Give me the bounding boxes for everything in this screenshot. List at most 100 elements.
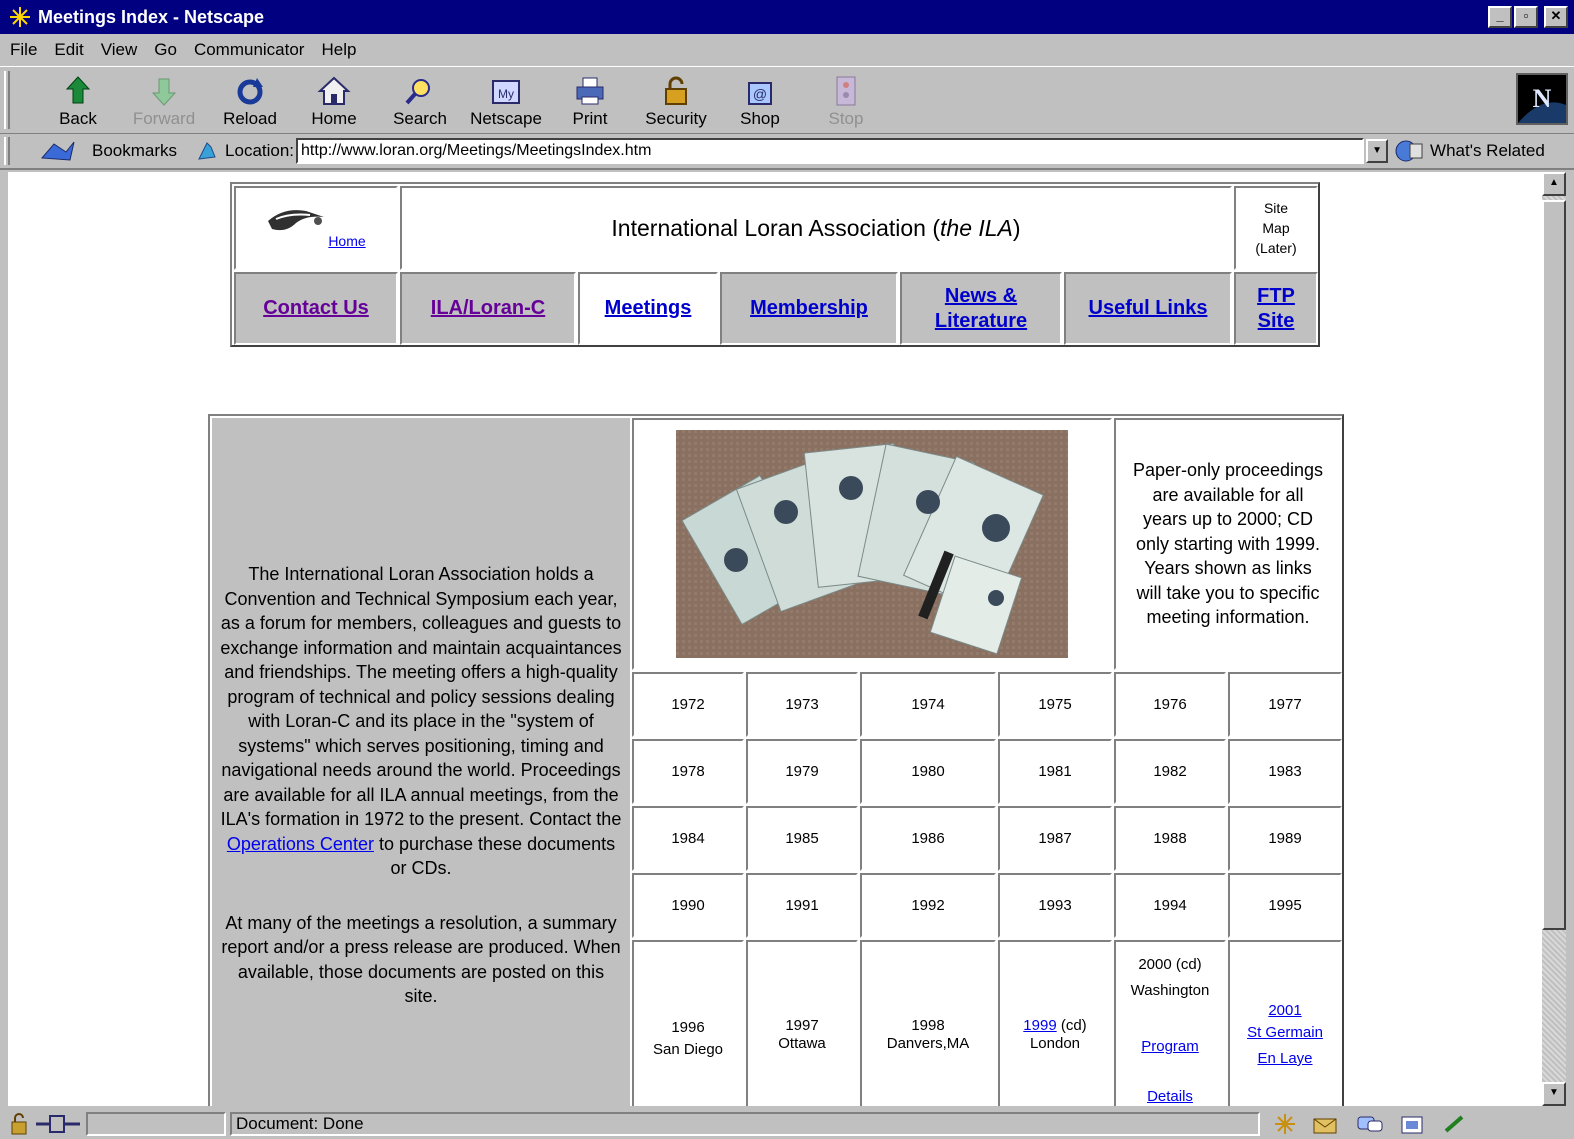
year-1976: 1976 [1114,672,1226,737]
year-1999-link[interactable]: 1999 [1023,1017,1056,1034]
toolbar-grip[interactable] [4,71,10,129]
menu-file[interactable]: File [10,40,37,60]
nav-contact-us-cell: Contact Us [234,272,398,345]
year-1989: 1989 [1228,806,1342,871]
svg-text:N: N [1533,84,1552,113]
nav-membership[interactable]: Membership [750,297,868,320]
nav-contact-us[interactable]: Contact Us [263,297,369,320]
nav-membership-cell: Membership [720,272,898,345]
description-paragraph-1: The International Loran Association hold… [220,564,622,878]
reload-button[interactable]: Reload [210,75,290,129]
reload-icon [237,78,263,105]
close-button[interactable]: ✕ [1544,6,1568,28]
home-link[interactable]: Home [328,233,365,249]
security-button[interactable]: Security [636,75,716,129]
shop-button[interactable]: @ Shop [720,75,800,129]
print-button[interactable]: Print [550,75,630,129]
nav-useful-links[interactable]: Useful Links [1089,297,1208,320]
year-1987: 1987 [998,806,1112,871]
location-grip[interactable] [4,137,10,165]
location-toolbar: Bookmarks Location: http://www.loran.org… [0,134,1574,170]
stop-button[interactable]: Stop [806,75,886,129]
nav-useful-links-cell: Useful Links [1064,272,1232,345]
year-1973: 1973 [746,672,858,737]
menu-edit[interactable]: Edit [54,40,83,60]
year-1983: 1983 [1228,739,1342,804]
site-map-cell: Site Map (Later) [1234,186,1318,270]
en-laye-link[interactable]: En Laye [1257,1048,1312,1070]
menu-bar: File Edit View Go Communicator Help [0,36,1574,64]
year-1986: 1986 [860,806,996,871]
nav-ila-loran-c[interactable]: ILA/Loran-C [431,297,545,320]
edit-pen-icon[interactable] [1442,1113,1468,1135]
st-germain-link[interactable]: St Germain [1247,1022,1323,1044]
menu-help[interactable]: Help [321,40,356,60]
back-button[interactable]: Back [38,75,118,129]
url-dropdown-button[interactable]: ▼ [1366,139,1389,163]
navigator-icon[interactable] [1274,1113,1296,1135]
nav-meetings[interactable]: Meetings [605,297,692,320]
year-1985: 1985 [746,806,858,871]
year-1975: 1975 [998,672,1112,737]
nav-news-literature[interactable]: News & Literature [935,284,1027,334]
scroll-down-button[interactable]: ▼ [1542,1082,1566,1106]
location-label: Location: [225,141,295,160]
bookmarks-button[interactable]: Bookmarks [92,141,177,161]
year-1990: 1990 [632,873,744,938]
svg-text:My: My [498,87,514,101]
title-bar: Meetings Index - Netscape _ ▫ ✕ [0,0,1574,36]
url-input[interactable]: http://www.loran.org/Meetings/MeetingsIn… [296,138,1365,164]
minimize-button[interactable]: _ [1488,6,1512,28]
shop-bag-icon: @ [748,82,772,105]
photo-cell [632,418,1112,670]
home-button[interactable]: Home [294,75,374,129]
site-navigation-table: Home International Loran Association (th… [230,182,1320,347]
security-lock-icon [11,1112,27,1134]
netscape-button[interactable]: My Netscape [466,75,546,129]
year-1974: 1974 [860,672,996,737]
year-1984: 1984 [632,806,744,871]
proceedings-photo [676,430,1068,658]
discussion-icon[interactable] [1356,1113,1384,1135]
navigation-toolbar: Back Forward Reload Home Search My Netsc… [0,66,1574,134]
year-2001-link[interactable]: 2001 [1268,1000,1301,1022]
year-1992: 1992 [860,873,996,938]
my-netscape-icon: My [492,80,520,104]
maximize-button[interactable]: ▫ [1514,6,1538,28]
menu-view[interactable]: View [101,40,138,60]
year-1994: 1994 [1114,873,1226,938]
forward-arrow-icon [151,78,177,106]
operations-center-link[interactable]: Operations Center [227,834,374,854]
progress-bar [86,1111,226,1136]
year-1993: 1993 [998,873,1112,938]
whats-related-button[interactable]: What's Related [1430,141,1545,161]
component-bar [1274,1113,1468,1135]
scroll-up-button[interactable]: ▲ [1542,172,1566,196]
nav-ila-loran-cell: ILA/Loran-C [400,272,576,345]
program-2000-link[interactable]: Program [1141,1034,1199,1060]
status-bar: Document: Done [0,1108,1574,1139]
search-icon [405,79,430,105]
vertical-scrollbar[interactable]: ▲ ▼ [1542,172,1566,1106]
ila-logo-icon [268,210,325,231]
year-1977: 1977 [1228,672,1342,737]
stop-icon [836,76,856,106]
netscape-throbber-logo[interactable]: N [1516,73,1568,125]
nav-ftp-site[interactable]: FTP Site [1257,284,1295,334]
menu-go[interactable]: Go [154,40,177,60]
nav-meetings-cell: Meetings [578,272,718,345]
connection-icon [36,1114,80,1133]
forward-button[interactable]: Forward [124,75,204,129]
year-1995: 1995 [1228,873,1342,938]
scroll-thumb[interactable] [1542,200,1566,930]
menu-communicator[interactable]: Communicator [194,40,305,60]
year-1997: 1997 Ottawa [746,940,858,1106]
description-paragraph-2: At many of the meetings a resolution, a … [221,912,621,1007]
search-button[interactable]: Search [380,75,460,129]
composer-icon[interactable] [1400,1113,1426,1135]
mail-icon[interactable] [1312,1113,1340,1135]
netscape-app-icon [10,7,30,27]
details-2000-link[interactable]: Details [1147,1084,1193,1106]
meetings-table: The International Loran Association hold… [208,414,1344,1106]
year-1978: 1978 [632,739,744,804]
